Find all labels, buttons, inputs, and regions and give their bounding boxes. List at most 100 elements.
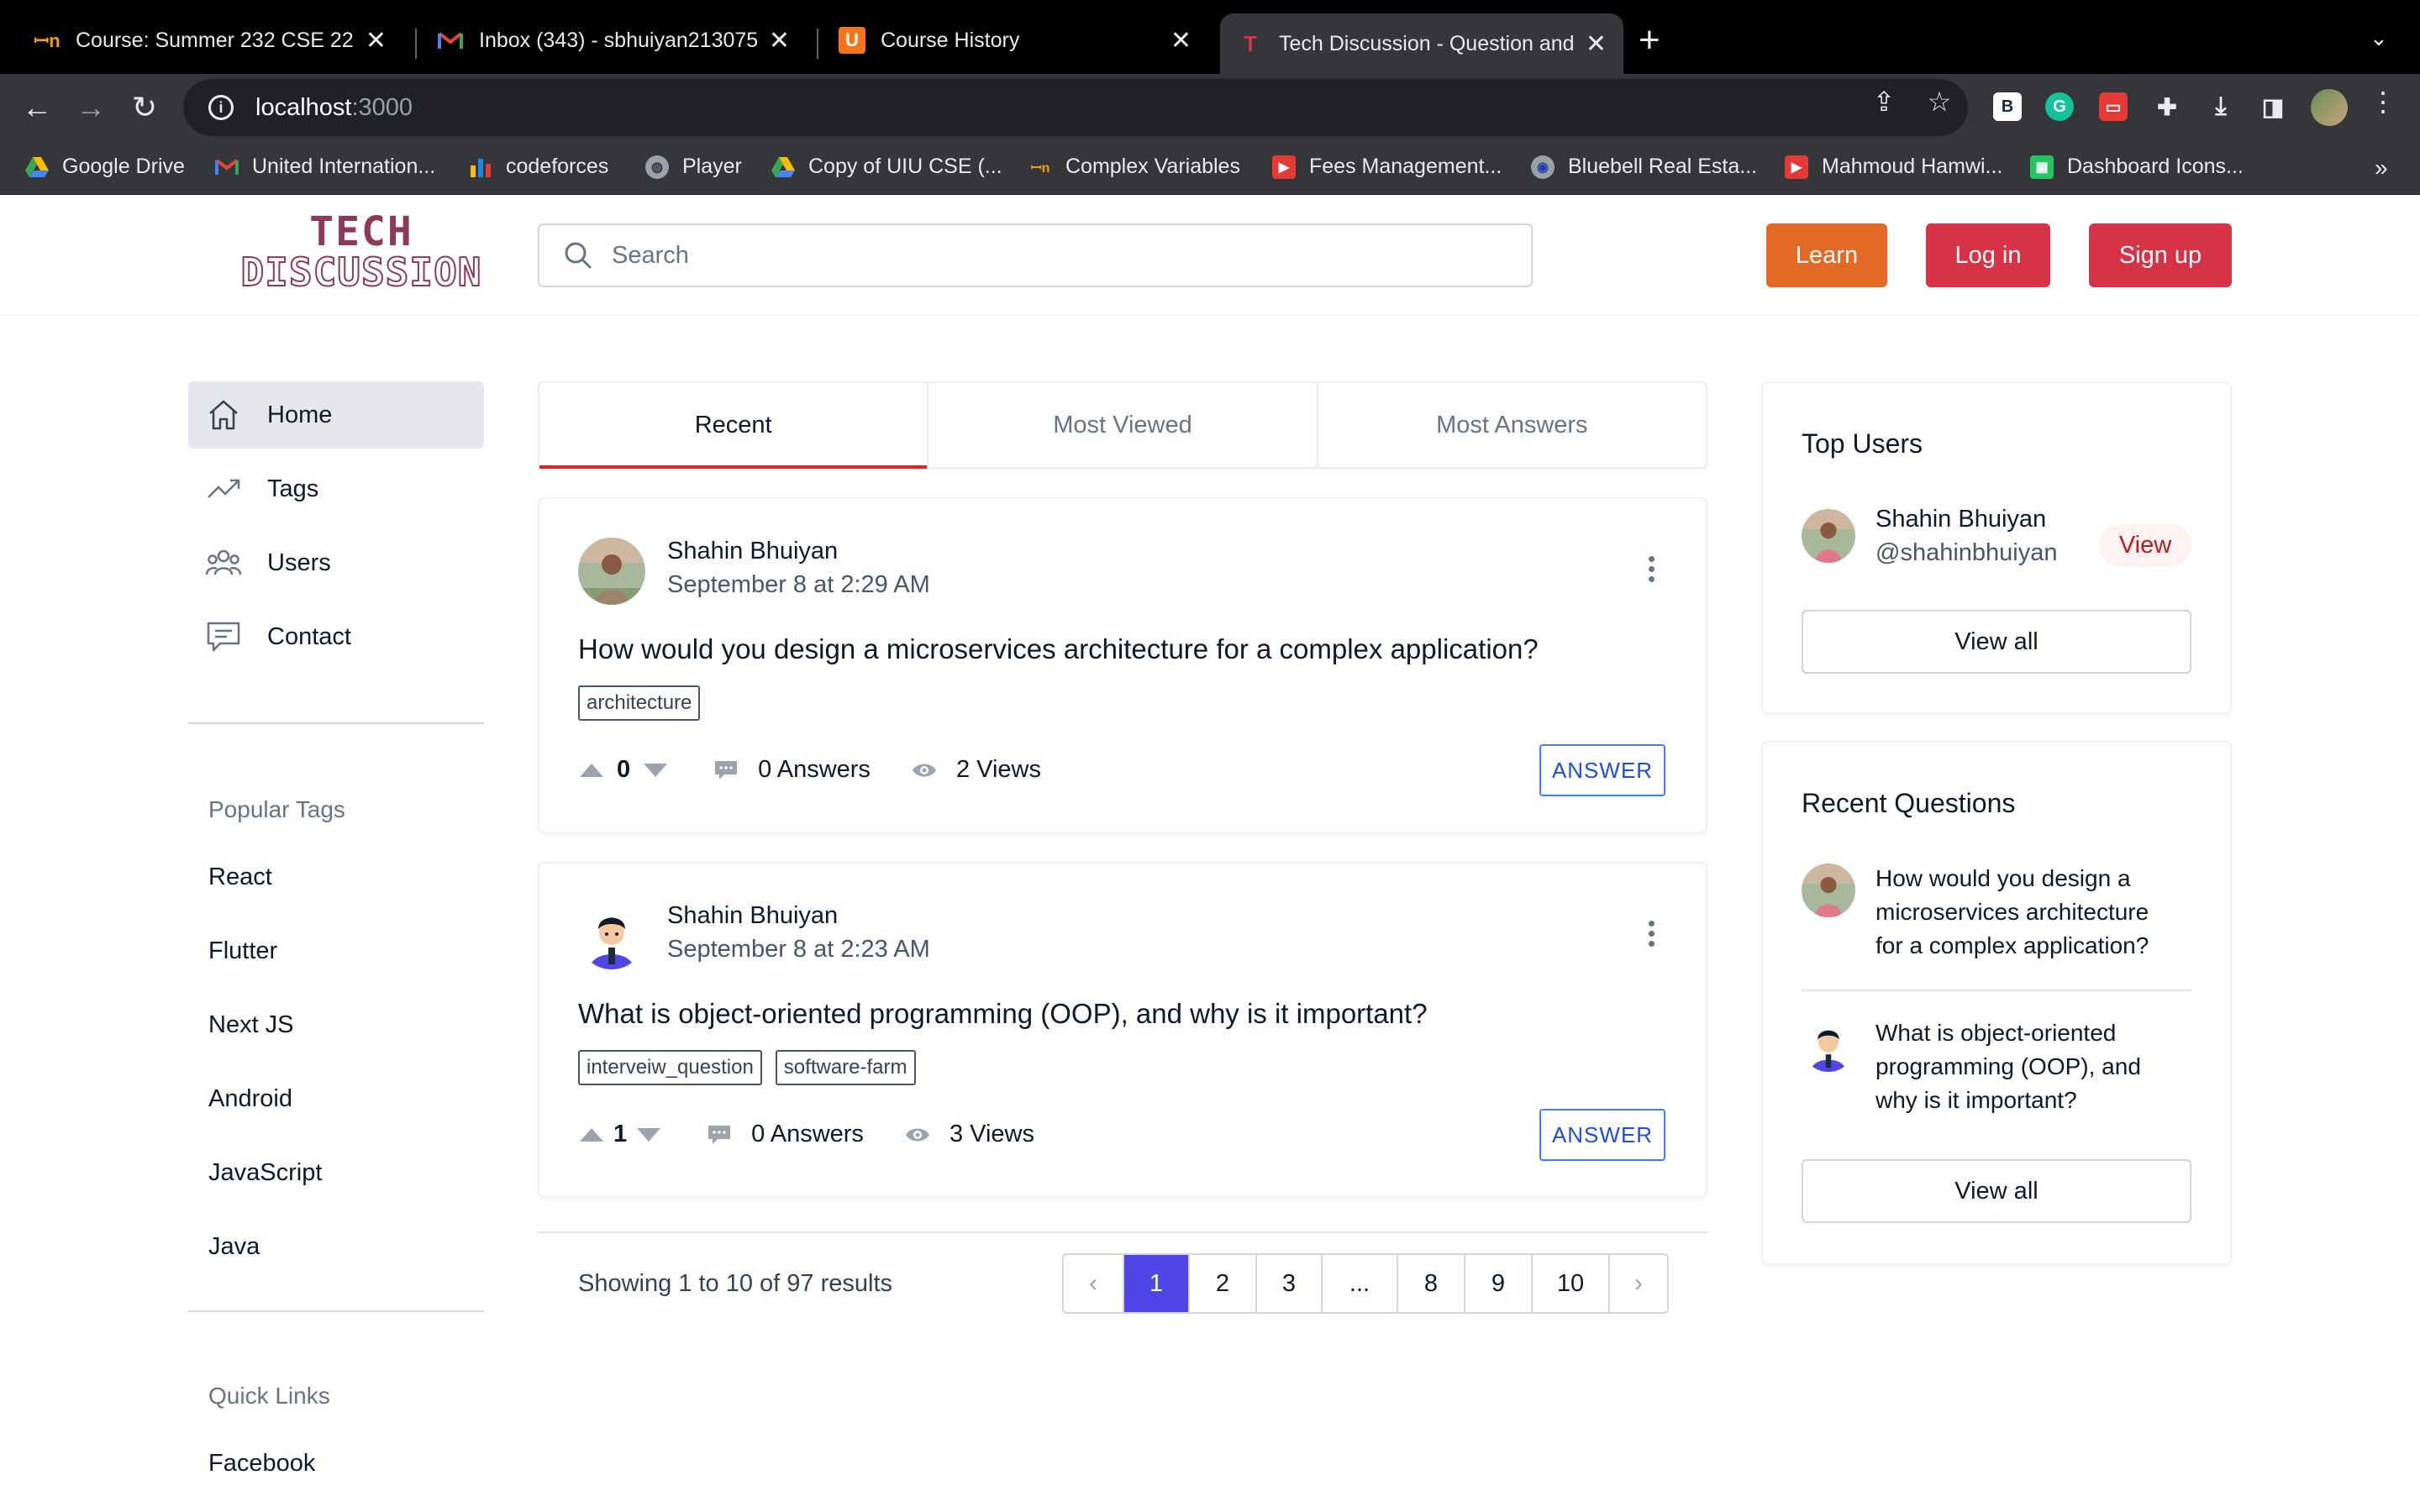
downvote-icon[interactable] <box>635 1121 662 1148</box>
site-logo[interactable]: TECH DISCUSSION <box>235 212 487 293</box>
login-button[interactable]: Log in <box>1926 223 2050 287</box>
close-icon[interactable]: ✕ <box>1586 29 1607 59</box>
bookmark-item[interactable]: ▦ Dashboard Icons... <box>2030 155 2244 179</box>
profile-avatar[interactable] <box>2311 89 2348 126</box>
bookmark-item[interactable]: ꟷn Complex Variables <box>1028 155 1240 179</box>
browser-tab-course-history[interactable]: U Course History ✕ <box>822 13 1208 67</box>
more-options-icon[interactable] <box>1649 556 1655 586</box>
sidebar-item-tags[interactable]: Tags <box>188 455 484 522</box>
chevron-right-icon[interactable]: › <box>1610 1255 1667 1312</box>
page-button[interactable]: 1 <box>1124 1255 1190 1312</box>
more-menu-icon[interactable]: ⋮ <box>2366 86 2400 118</box>
view-all-questions-button[interactable]: View all <box>1802 1159 2191 1223</box>
vote-count: 1 <box>613 1121 628 1147</box>
avatar[interactable] <box>1802 1018 1855 1072</box>
tab-recent[interactable]: Recent <box>539 383 929 469</box>
browser-tab-inbox[interactable]: Inbox (343) - sbhuiyan2130750 ✕ <box>420 13 807 67</box>
avatar[interactable] <box>1802 509 1855 563</box>
bookmark-item[interactable]: ▶ Mahmoud Hamwi... <box>1785 155 2002 179</box>
bookmark-item[interactable]: ▶ Fees Management... <box>1272 155 1502 179</box>
more-bookmarks-icon[interactable]: » <box>2375 155 2388 181</box>
recent-question-link[interactable]: How would you design a microservices arc… <box>1876 862 2195 963</box>
upvote-icon[interactable] <box>578 757 605 784</box>
browser-tab-tech-discussion[interactable]: T Tech Discussion - Question and ✕ <box>1220 13 1623 74</box>
question-stats: 0 0 Answers 2 Views <box>578 756 1041 784</box>
google-drive-icon <box>771 155 795 179</box>
tag-chip[interactable]: interveiw_question <box>578 1050 762 1085</box>
popular-tag-link[interactable]: Flutter <box>208 937 277 965</box>
page-button[interactable]: 2 <box>1190 1255 1257 1312</box>
upvote-icon[interactable] <box>578 1121 605 1148</box>
reload-icon[interactable]: ↻ <box>123 86 166 129</box>
extension-red-icon[interactable]: ▭ <box>2099 92 2128 121</box>
grammarly-icon[interactable]: G <box>2045 92 2074 121</box>
codeforces-icon <box>469 155 492 179</box>
author-name[interactable]: Shahin Bhuiyan <box>667 902 838 930</box>
learn-button[interactable]: Learn <box>1766 223 1887 287</box>
side-panel-icon[interactable]: ◨ <box>2259 92 2287 121</box>
close-icon[interactable]: ✕ <box>366 26 387 55</box>
eye-icon <box>912 764 936 776</box>
close-icon[interactable]: ✕ <box>769 26 790 55</box>
bookmark-item[interactable]: Copy of UIU CSE (... <box>771 155 1002 179</box>
downvote-icon[interactable] <box>642 757 669 784</box>
more-options-icon[interactable] <box>1649 921 1655 951</box>
answer-button[interactable]: ANSWER <box>1539 1109 1665 1161</box>
popular-tags-heading: Popular Tags <box>208 796 345 822</box>
popular-tag-link[interactable]: React <box>208 864 272 891</box>
extensions-puzzle-icon[interactable]: ✚ <box>2153 92 2181 121</box>
browser-tab-course[interactable]: ꟷn Course: Summer 232 CSE 2218 ✕ <box>17 13 403 67</box>
site-info-icon[interactable]: i <box>208 95 234 120</box>
tab-separator <box>415 29 417 59</box>
popular-tag-link[interactable]: Java <box>208 1233 260 1261</box>
page-button[interactable]: 3 <box>1257 1255 1323 1312</box>
page-button[interactable]: 8 <box>1398 1255 1465 1312</box>
page-button[interactable]: 10 <box>1533 1255 1610 1312</box>
extension-b-icon[interactable]: B <box>1993 92 2022 121</box>
bookmark-item[interactable]: Google Drive <box>25 155 185 179</box>
avatar[interactable] <box>578 538 645 605</box>
tag-chip[interactable]: architecture <box>578 685 701 721</box>
tab-title: Course: Summer 232 CSE 2218 <box>76 28 354 52</box>
tag-chip[interactable]: software-farm <box>775 1050 916 1085</box>
search-input[interactable]: Search <box>538 223 1533 287</box>
share-icon[interactable]: ⇪ <box>1867 86 1901 118</box>
popular-tag-link[interactable]: JavaScript <box>208 1159 322 1187</box>
quick-link-facebook[interactable]: Facebook <box>208 1450 315 1478</box>
bookmark-item[interactable]: codeforces <box>469 155 608 179</box>
bookmark-star-icon[interactable]: ☆ <box>1923 86 1956 118</box>
tab-most-viewed[interactable]: Most Viewed <box>929 383 1318 467</box>
top-user-name[interactable]: Shahin Bhuiyan <box>1876 506 2046 533</box>
avatar[interactable] <box>578 902 645 969</box>
close-icon[interactable]: ✕ <box>1171 26 1192 55</box>
avatar[interactable] <box>1802 864 1855 917</box>
users-icon <box>205 549 242 575</box>
tech-discussion-icon: T <box>1244 30 1257 56</box>
question-title[interactable]: What is object-oriented programming (OOP… <box>578 998 1428 1030</box>
recent-divider <box>1802 990 2191 991</box>
bookmark-item[interactable]: ◉ Bluebell Real Esta... <box>1531 155 1757 179</box>
forward-arrow-icon[interactable]: → <box>69 86 113 129</box>
question-title[interactable]: How would you design a microservices arc… <box>578 633 1539 665</box>
bookmark-item[interactable]: United Internation... <box>215 155 435 179</box>
new-tab-plus-icon[interactable]: + <box>1639 22 1660 59</box>
popular-tag-link[interactable]: Android <box>208 1085 292 1113</box>
tab-most-answers[interactable]: Most Answers <box>1318 383 1706 467</box>
sidebar-item-home[interactable]: Home <box>188 381 484 449</box>
answer-button[interactable]: ANSWER <box>1539 744 1665 796</box>
page-button[interactable]: 9 <box>1465 1255 1533 1312</box>
recent-question-link[interactable]: What is object-oriented programming (OOP… <box>1876 1016 2195 1117</box>
sidebar-item-contact[interactable]: Contact <box>188 603 484 670</box>
signup-button[interactable]: Sign up <box>2089 223 2232 287</box>
popular-tag-link[interactable]: Next JS <box>208 1011 294 1039</box>
tab-search-chevron-icon[interactable]: ⌄ <box>2370 25 2388 51</box>
address-bar[interactable]: i localhost:3000 <box>183 79 1968 136</box>
view-all-users-button[interactable]: View all <box>1802 610 2191 674</box>
back-arrow-icon[interactable]: ← <box>15 86 59 129</box>
view-user-button[interactable]: View <box>2099 524 2191 566</box>
chevron-left-icon[interactable]: ‹ <box>1064 1255 1124 1312</box>
download-icon[interactable]: ⤓ <box>2207 92 2235 121</box>
sidebar-item-users[interactable]: Users <box>188 529 484 596</box>
author-name[interactable]: Shahin Bhuiyan <box>667 538 838 565</box>
bookmark-item[interactable]: ◍ Player <box>645 155 742 179</box>
